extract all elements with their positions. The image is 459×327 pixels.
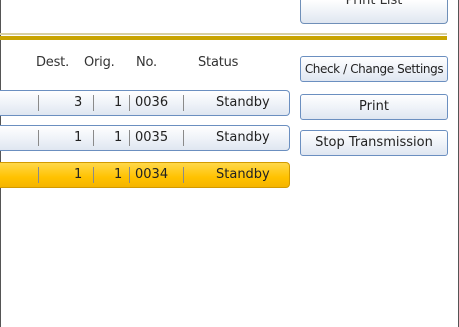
cell-orig: 1 <box>114 167 123 182</box>
cell-separator <box>129 95 130 111</box>
cell-separator <box>129 130 130 146</box>
check-change-settings-label: Check / Change Settings <box>304 62 444 76</box>
print-button[interactable]: Print <box>300 94 448 120</box>
stop-transmission-label: Stop Transmission <box>315 135 433 150</box>
cell-separator <box>38 130 39 146</box>
print-label: Print <box>359 99 389 114</box>
check-change-settings-button[interactable]: Check / Change Settings <box>300 56 448 82</box>
cell-separator <box>93 130 94 146</box>
column-header-orig: Orig. <box>84 55 115 70</box>
cell-separator <box>93 167 94 183</box>
column-header-status: Status <box>198 55 239 70</box>
job-row[interactable]: 1 1 0035 Standby <box>0 125 290 151</box>
cell-separator <box>129 167 130 183</box>
column-header-no: No. <box>136 55 157 70</box>
cell-separator <box>38 95 39 111</box>
cell-orig: 1 <box>114 95 123 110</box>
cell-separator <box>183 130 184 146</box>
cell-no: 0035 <box>135 130 169 145</box>
cell-separator <box>93 95 94 111</box>
column-header-dest: Dest. <box>36 55 70 70</box>
cell-status: Standby <box>216 130 270 145</box>
cell-orig: 1 <box>114 130 123 145</box>
accent-divider <box>0 36 447 40</box>
cell-dest: 3 <box>74 95 83 110</box>
job-row-selected[interactable]: 1 1 0034 Standby <box>0 162 290 188</box>
cell-no: 0034 <box>135 167 169 182</box>
cell-separator <box>183 95 184 111</box>
cell-no: 0036 <box>135 95 169 110</box>
cell-dest: 1 <box>74 130 83 145</box>
cell-status: Standby <box>216 95 270 110</box>
print-list-label: Print List <box>345 0 403 8</box>
print-list-button[interactable]: Print List <box>300 0 448 24</box>
cell-status: Standby <box>216 167 270 182</box>
cell-separator <box>183 167 184 183</box>
header-divider <box>0 33 447 35</box>
cell-dest: 1 <box>74 167 83 182</box>
stop-transmission-button[interactable]: Stop Transmission <box>300 130 448 156</box>
cell-separator <box>38 167 39 183</box>
job-row[interactable]: 3 1 0036 Standby <box>0 90 290 116</box>
